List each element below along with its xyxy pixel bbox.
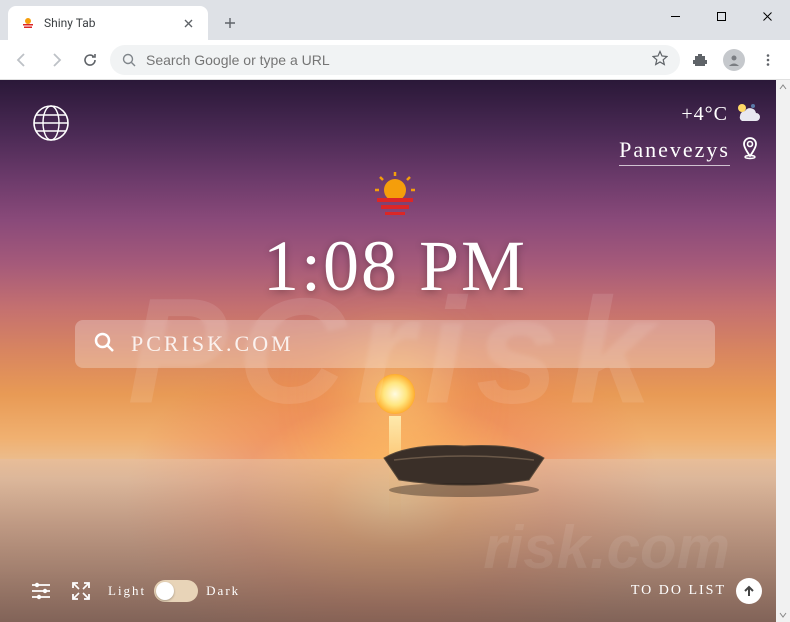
location-name: Panevezys: [619, 137, 730, 166]
dark-label: Dark: [206, 583, 240, 599]
theme-toggle-switch[interactable]: [154, 580, 198, 602]
page-content: PCrisk risk.com +4°C Panevezys: [0, 80, 790, 622]
maximize-button[interactable]: [698, 0, 744, 32]
todo-label: TO DO LIST: [631, 583, 726, 599]
minimize-button[interactable]: [652, 0, 698, 32]
weather-widget[interactable]: +4°C Panevezys: [619, 100, 762, 166]
extensions-button[interactable]: [686, 46, 714, 74]
tab-favicon-icon: [20, 15, 36, 31]
location-button[interactable]: Panevezys: [619, 136, 762, 166]
fullscreen-icon: [71, 581, 91, 601]
avatar-icon: [723, 49, 745, 71]
menu-button[interactable]: [754, 46, 782, 74]
search-icon: [122, 53, 136, 67]
back-button[interactable]: [8, 46, 36, 74]
light-label: Light: [108, 583, 146, 599]
profile-button[interactable]: [720, 46, 748, 74]
omnibox[interactable]: [110, 45, 680, 75]
forward-button[interactable]: [42, 46, 70, 74]
settings-sliders-icon: [30, 580, 52, 602]
search-icon: [93, 331, 115, 358]
globe-button[interactable]: [28, 100, 74, 146]
new-tab-button[interactable]: [216, 9, 244, 37]
browser-tab[interactable]: Shiny Tab: [8, 6, 208, 40]
close-window-button[interactable]: [744, 0, 790, 32]
settings-button[interactable]: [28, 578, 54, 604]
sunset-logo-icon: [367, 172, 423, 221]
time-display: 1:08 PM: [263, 225, 527, 308]
globe-icon: [31, 103, 71, 143]
scroll-up-button[interactable]: [776, 80, 790, 94]
weather-icon: [734, 100, 762, 128]
arrow-up-icon: [736, 578, 762, 604]
window-titlebar: Shiny Tab: [0, 0, 790, 40]
window-controls: [652, 0, 790, 32]
vertical-scrollbar[interactable]: [776, 80, 790, 622]
omnibox-input[interactable]: [146, 52, 642, 68]
browser-toolbar: [0, 40, 790, 80]
reload-button[interactable]: [76, 46, 104, 74]
search-input[interactable]: [131, 331, 697, 357]
theme-toggle: Light Dark: [108, 580, 240, 602]
star-icon[interactable]: [652, 50, 668, 70]
todo-list-button[interactable]: TO DO LIST: [631, 578, 762, 604]
search-bar[interactable]: [75, 320, 715, 368]
temperature-value: +4°C: [681, 103, 728, 126]
tab-close-button[interactable]: [180, 15, 196, 31]
fullscreen-button[interactable]: [68, 578, 94, 604]
toggle-thumb: [156, 582, 174, 600]
scroll-down-button[interactable]: [776, 608, 790, 622]
tab-title: Shiny Tab: [44, 16, 172, 30]
location-pin-icon: [738, 136, 762, 166]
